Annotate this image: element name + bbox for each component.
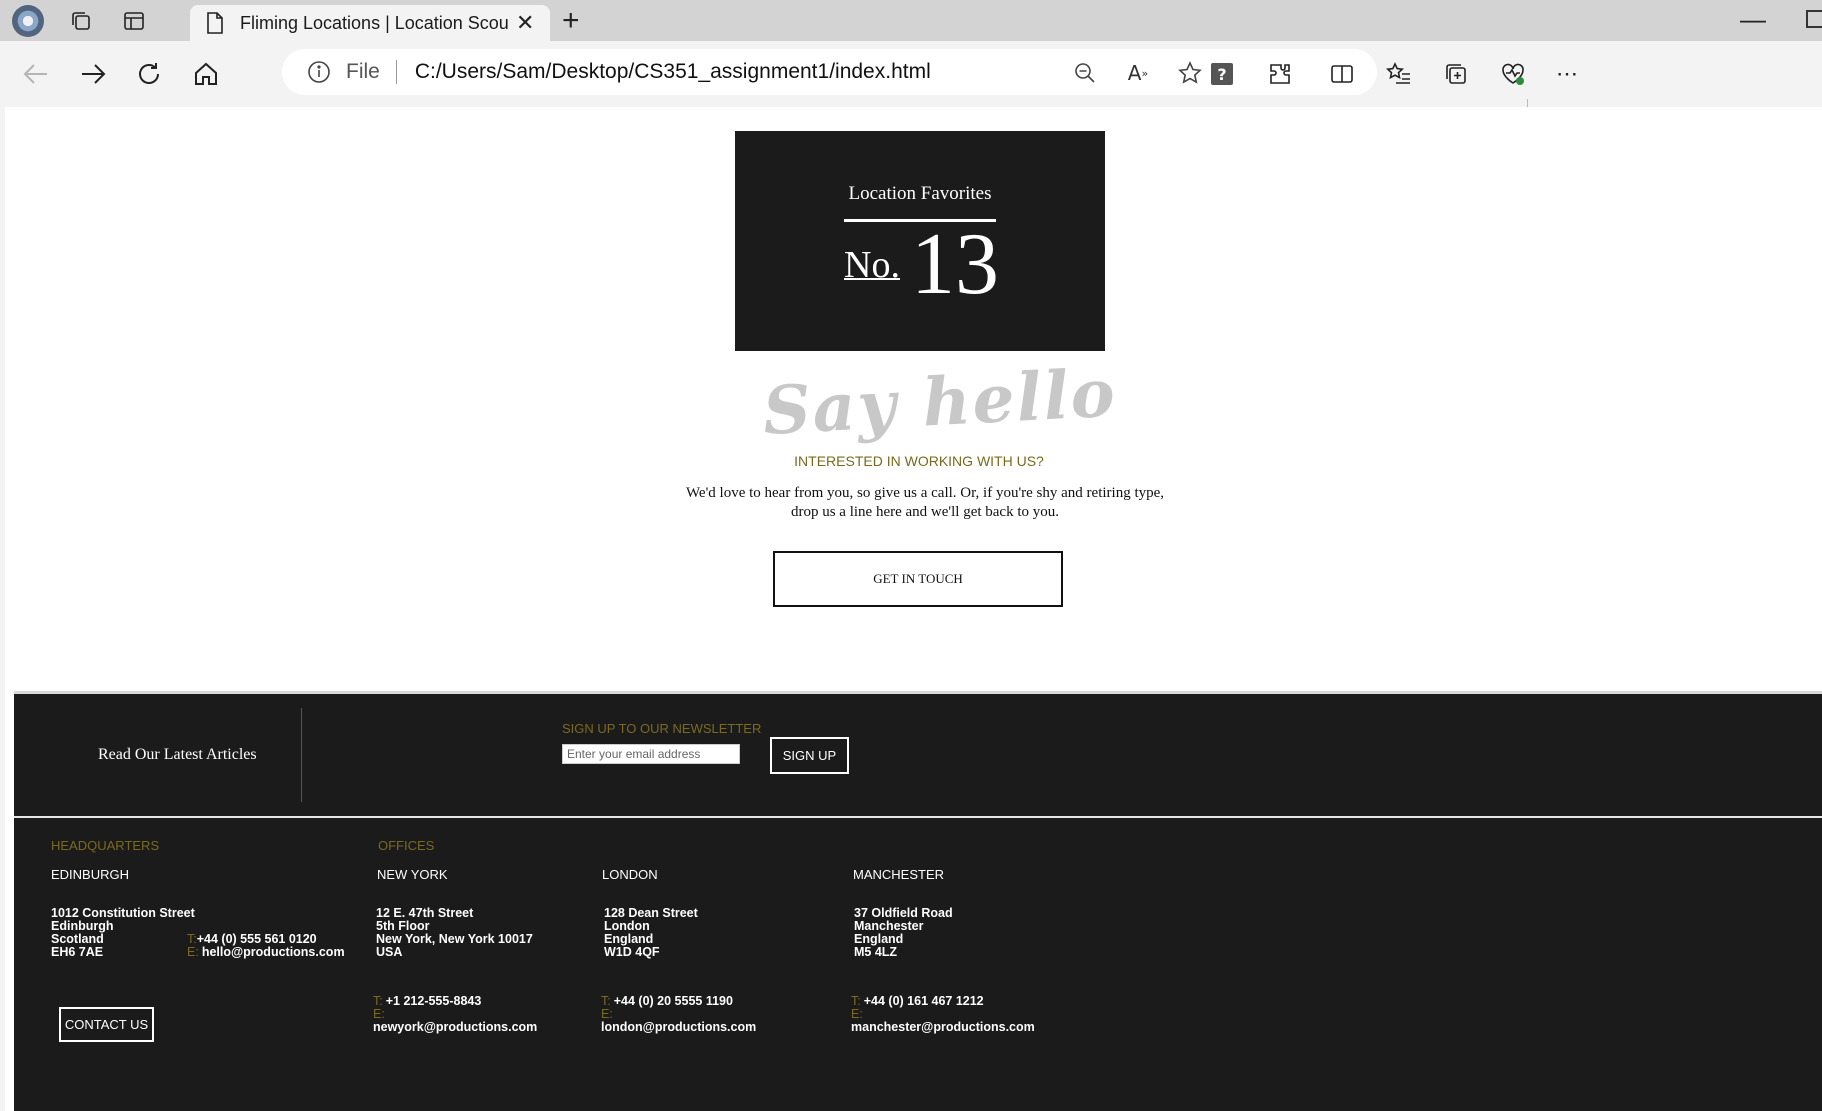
new-tab-icon[interactable]: + [562, 6, 580, 36]
hq-address: 1012 Constitution Street Edinburgh Scotl… [51, 907, 195, 959]
latest-articles-link[interactable]: Read Our Latest Articles [98, 746, 257, 764]
navigation-bar: File C:/Users/Sam/Desktop/CS351_assignme… [0, 41, 1822, 129]
more-options-icon[interactable]: ⋯ [1551, 58, 1583, 90]
tab-bar: Fliming Locations | Location Scou ✕ + — [0, 0, 1822, 41]
minimize-icon[interactable]: — [1740, 4, 1766, 35]
hq-email-value[interactable]: hello@productions.com [202, 945, 345, 959]
office-phone-value: +44 (0) 161 467 1212 [863, 994, 984, 1008]
read-aloud-icon[interactable]: A» [1123, 58, 1153, 88]
favorites-no-label: No. [844, 244, 900, 286]
office-phone-london: T: +44 (0) 20 5555 1190 [601, 995, 733, 1008]
footer-divider [301, 708, 302, 802]
extensions-icon[interactable] [1264, 58, 1296, 90]
favorites-number: 13 [911, 216, 999, 313]
profile-avatar[interactable] [12, 5, 44, 37]
office-phone-value: +1 212-555-8843 [385, 994, 482, 1008]
forward-icon[interactable] [77, 58, 109, 90]
workspaces-icon[interactable] [66, 6, 96, 36]
phone-key: T: [187, 932, 197, 946]
say-hello-heading: Say hello [760, 353, 1119, 450]
email-key: E: [373, 1007, 385, 1021]
info-icon[interactable] [306, 59, 332, 85]
phone-key: T: [851, 994, 861, 1008]
address-line: USA [376, 945, 403, 959]
newsletter-label: SIGN UP TO OUR NEWSLETTER [562, 721, 762, 736]
signup-button[interactable]: SIGN UP [770, 737, 849, 774]
contact-us-button[interactable]: CONTACT US [59, 1007, 154, 1042]
address-separator [395, 60, 397, 84]
tab-title: Fliming Locations | Location Scou [240, 12, 509, 33]
footer-offices: HEADQUARTERS OFFICES EDINBURGH 1012 Cons… [14, 816, 1822, 1111]
office-address-newyork: 12 E. 47th Street 5th Floor New York, Ne… [376, 907, 533, 959]
get-in-touch-button[interactable]: GET IN TOUCH [773, 551, 1063, 607]
interested-subheading: INTERESTED IN WORKING WITH US? [794, 453, 1044, 469]
hq-email: E: hello@productions.com [187, 946, 345, 959]
email-key: E: [187, 945, 199, 959]
document-icon [206, 12, 228, 34]
help-icon[interactable]: ? [1206, 58, 1238, 90]
headquarters-label: HEADQUARTERS [51, 838, 160, 853]
address-line: W1D 4QF [604, 945, 660, 959]
footer-newsletter-bar: Read Our Latest Articles SIGN UP TO OUR … [14, 691, 1822, 818]
close-tab-icon[interactable]: ✕ [516, 10, 534, 36]
offices-label: OFFICES [378, 838, 435, 853]
office-city-london: LONDON [602, 867, 658, 882]
collections-icon[interactable] [1440, 58, 1472, 90]
browser-essentials-icon[interactable] [1497, 58, 1529, 90]
office-phone-newyork: T: +1 212-555-8843 [373, 995, 481, 1008]
favorite-star-icon[interactable] [1175, 58, 1205, 88]
office-phone-value: +44 (0) 20 5555 1190 [613, 994, 733, 1008]
home-icon[interactable] [190, 58, 222, 90]
back-icon[interactable] [20, 58, 52, 90]
address-scheme: File [346, 60, 380, 83]
newsletter-email-input[interactable] [562, 744, 740, 764]
office-email-manchester[interactable]: manchester@productions.com [851, 1021, 1035, 1034]
tab-actions-icon[interactable] [119, 6, 149, 36]
phone-key: T: [601, 994, 611, 1008]
office-phone-manchester: T: +44 (0) 161 467 1212 [851, 995, 984, 1008]
office-city-manchester: MANCHESTER [853, 867, 945, 882]
office-address-manchester: 37 Oldfield Road Manchester England M5 4… [854, 907, 953, 959]
split-screen-icon[interactable] [1326, 58, 1358, 90]
zoom-out-icon[interactable] [1070, 58, 1100, 88]
office-city-newyork: NEW YORK [377, 867, 448, 882]
contact-intro-text: We'd love to hear from you, so give us a… [685, 485, 1165, 520]
office-address-london: 128 Dean Street London England W1D 4QF [604, 907, 698, 959]
location-favorites-card: Location Favorites No. 13 [735, 131, 1105, 351]
phone-key: T: [373, 994, 383, 1008]
tab-active[interactable]: Fliming Locations | Location Scou ✕ [190, 5, 550, 41]
address-url[interactable]: C:/Users/Sam/Desktop/CS351_assignment1/i… [415, 60, 931, 84]
refresh-icon[interactable] [133, 58, 165, 90]
restore-icon[interactable] [1806, 10, 1822, 28]
page-viewport: Location Favorites No. 13 Say hello INTE… [5, 107, 1822, 1111]
email-key: E: [601, 1007, 613, 1021]
svg-text:?: ? [1217, 65, 1226, 84]
office-email-newyork[interactable]: newyork@productions.com [373, 1021, 537, 1034]
favorites-title: Location Favorites [848, 183, 992, 204]
address-line: M5 4LZ [854, 945, 898, 959]
address-line: EH6 7AE [51, 945, 104, 959]
email-key: E: [851, 1007, 863, 1021]
favorites-list-icon[interactable] [1383, 58, 1415, 90]
hq-phone-value: +44 (0) 555 561 0120 [196, 932, 317, 946]
hq-city: EDINBURGH [51, 867, 130, 882]
office-email-london[interactable]: london@productions.com [601, 1021, 756, 1034]
